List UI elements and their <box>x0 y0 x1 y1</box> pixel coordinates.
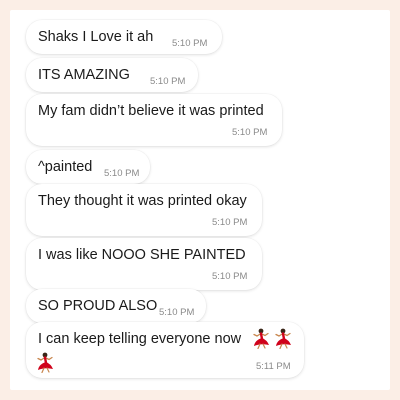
message-bubble[interactable]: I was like NOOO SHE PAINTED 5:10 PM <box>26 238 262 290</box>
message-timestamp: 5:10 PM <box>212 271 248 282</box>
message-bubble[interactable]: They thought it was printed okay 5:10 PM <box>26 184 262 236</box>
dancer-icon <box>252 327 270 350</box>
message-timestamp: 5:10 PM <box>104 168 140 179</box>
message-bubble[interactable]: ITS AMAZING 5:10 PM <box>26 58 198 92</box>
message-text: Shaks I Love it ah <box>38 29 154 45</box>
message-text: SO PROUD ALSO <box>38 298 158 314</box>
message-bubble[interactable]: My fam didn’t believe it was printed 5:1… <box>26 94 282 146</box>
message-text: They thought it was printed okay <box>38 193 247 209</box>
message-timestamp: 5:10 PM <box>172 38 208 49</box>
message-timestamp: 5:10 PM <box>159 307 195 318</box>
message-timestamp: 5:11 PM <box>256 361 291 372</box>
message-text: I was like NOOO SHE PAINTED <box>38 247 246 263</box>
message-bubble[interactable]: ^painted 5:10 PM <box>26 150 150 184</box>
message-text: My fam didn’t believe it was printed <box>38 103 264 119</box>
dancer-icon <box>274 327 292 350</box>
message-text: ITS AMAZING <box>38 67 130 83</box>
dancer-icon <box>36 351 54 374</box>
message-timestamp: 5:10 PM <box>150 76 186 87</box>
message-bubble[interactable]: SO PROUD ALSO 5:10 PM <box>26 289 206 323</box>
message-timestamp: 5:10 PM <box>212 217 248 228</box>
message-bubble[interactable]: Shaks I Love it ah 5:10 PM <box>26 20 222 54</box>
message-text: ^painted <box>38 159 93 175</box>
message-text: I can keep telling everyone now <box>38 331 242 347</box>
message-timestamp: 5:10 PM <box>232 127 268 138</box>
chat-panel: Shaks I Love it ah 5:10 PM ITS AMAZING 5… <box>10 10 390 390</box>
message-bubble[interactable]: I can keep telling everyone now 5:11 PM <box>26 322 304 378</box>
